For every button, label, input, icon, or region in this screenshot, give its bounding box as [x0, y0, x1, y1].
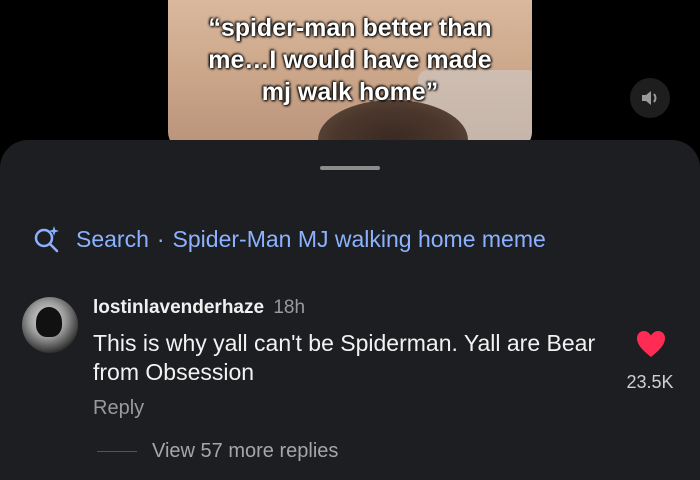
comment-username[interactable]: lostinlavenderhaze [93, 297, 264, 318]
replies-divider [97, 451, 137, 452]
reply-button[interactable]: Reply [93, 397, 144, 420]
comments-sheet: Search · Spider-Man MJ walking home meme… [0, 140, 700, 480]
search-separator: · [156, 225, 165, 252]
view-more-replies-button[interactable]: View 57 more replies [152, 440, 338, 463]
search-sparkle-icon [34, 226, 59, 253]
sheet-drag-handle[interactable] [320, 166, 380, 170]
search-query: Spider-Man MJ walking home meme [172, 225, 546, 252]
avatar-figure [36, 307, 62, 337]
caption-line-1: “spider-man better than [208, 14, 492, 42]
comment-text: This is why yall can't be Spiderman. Yal… [93, 330, 596, 385]
like-button[interactable] [635, 329, 667, 364]
search-label: Search [76, 225, 149, 252]
caption-line-2: me…I would have made [208, 46, 492, 74]
video-caption: “spider-man better than me…I would have … [168, 12, 532, 108]
like-count: 23.5K [626, 372, 674, 392]
volume-icon [642, 91, 657, 105]
heart-icon [637, 331, 665, 357]
comment-time: 18h [273, 297, 306, 318]
caption-line-3: mj walk home” [261, 78, 439, 106]
avatar[interactable] [22, 297, 78, 353]
comment-header: lostinlavenderhaze 18h [93, 297, 305, 319]
search-suggestion[interactable]: Search · Spider-Man MJ walking home meme [32, 224, 546, 254]
volume-button[interactable] [630, 78, 670, 118]
video-preview[interactable]: “spider-man better than me…I would have … [168, 0, 532, 150]
